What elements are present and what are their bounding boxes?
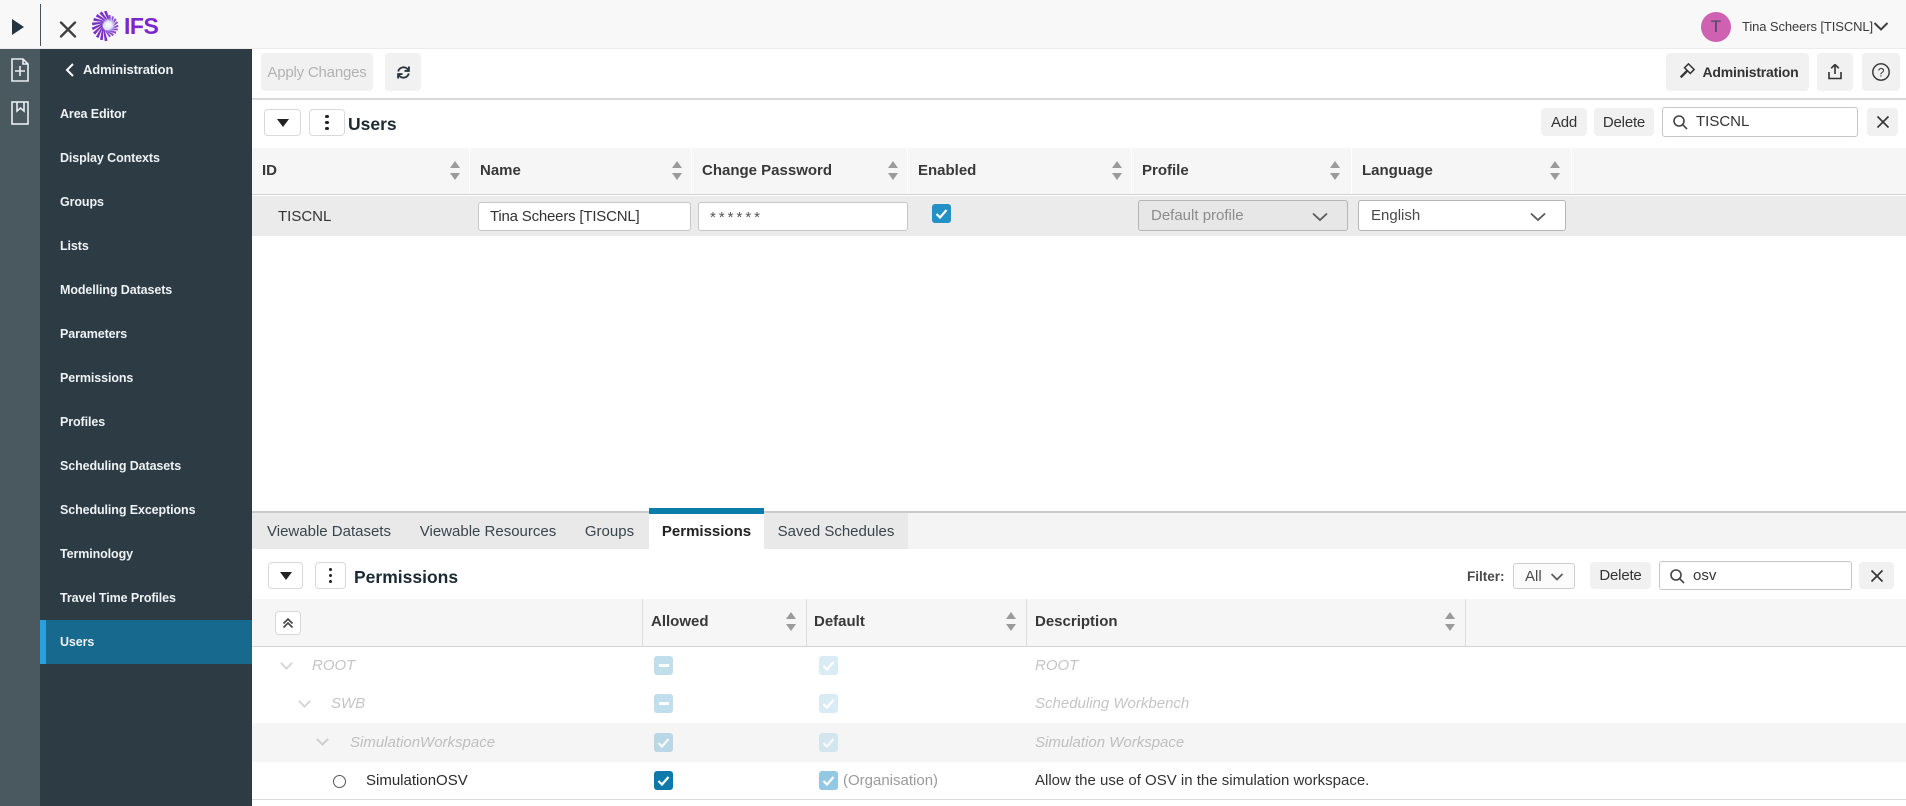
- svg-text:IFS: IFS: [124, 13, 158, 39]
- svg-text:?: ?: [1878, 65, 1885, 79]
